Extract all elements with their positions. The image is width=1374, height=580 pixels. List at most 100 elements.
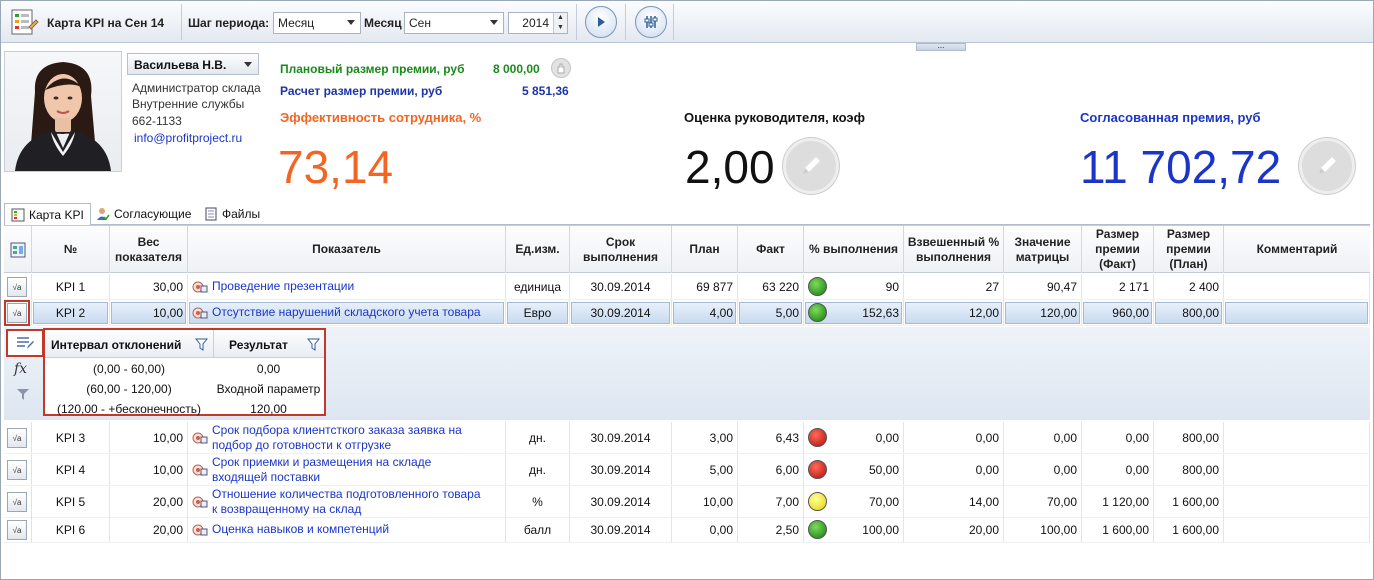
cell-due[interactable]: 30.09.2014 — [570, 274, 672, 299]
col-num[interactable]: № — [32, 226, 110, 273]
cell-weight[interactable]: 30,00 — [110, 274, 188, 299]
filter-icon[interactable] — [16, 387, 30, 404]
cell-weight[interactable]: 10,00 — [110, 300, 188, 325]
cell-indicator[interactable]: Отношение количества подготовленного тов… — [188, 486, 506, 517]
cell-num[interactable]: KPI 4 — [32, 454, 110, 485]
col-weighted[interactable]: Взвешенный % выполнения — [904, 226, 1004, 273]
col-bonus-plan[interactable]: Размер премии (План) — [1154, 226, 1224, 273]
cell-matrix[interactable]: 0,00 — [1004, 422, 1082, 453]
cell-due[interactable]: 30.09.2014 — [570, 486, 672, 517]
cell-unit[interactable]: дн. — [506, 454, 570, 485]
cell-unit[interactable]: % — [506, 486, 570, 517]
cell-bonus-plan[interactable]: 800,00 — [1154, 300, 1224, 325]
cell-weighted[interactable]: 0,00 — [904, 454, 1004, 485]
cell-fact[interactable]: 6,00 — [738, 454, 804, 485]
cell-num[interactable]: KPI 2 — [32, 300, 110, 325]
period-step-select[interactable]: Месяц — [273, 12, 361, 34]
tab-approvers[interactable]: Согласующие — [90, 203, 197, 225]
interval-cell[interactable]: (120,00 - +бесконечность) — [45, 402, 213, 416]
cell-bonus-plan[interactable]: 1 600,00 — [1154, 517, 1224, 542]
result-cell[interactable]: Входной параметр — [213, 382, 324, 396]
cell-bonus-plan[interactable]: 800,00 — [1154, 454, 1224, 485]
table-row[interactable]: √a KPI 1 30,00 Проведение презентации единиц… — [4, 274, 1370, 300]
cell-weighted[interactable]: 20,00 — [904, 517, 1004, 542]
filter-icon[interactable] — [307, 338, 320, 351]
year-spinner[interactable]: 2014 ▲ ▼ — [508, 12, 568, 34]
cell-due[interactable]: 30.09.2014 — [570, 517, 672, 542]
cell-pct[interactable]: 100,00 — [804, 517, 904, 542]
col-interval[interactable]: Интервал отклонений — [51, 338, 181, 352]
cell-fact[interactable]: 63 220 — [738, 274, 804, 299]
cell-bonus-fact[interactable]: 2 171 — [1082, 274, 1154, 299]
cell-weighted[interactable]: 12,00 — [904, 300, 1004, 325]
play-button[interactable] — [585, 6, 617, 38]
col-plan[interactable]: План — [672, 226, 738, 273]
cell-pct[interactable]: 0,00 — [804, 422, 904, 453]
cell-bonus-plan[interactable]: 800,00 — [1154, 422, 1224, 453]
cell-bonus-fact[interactable]: 1 120,00 — [1082, 486, 1154, 517]
cell-pct[interactable]: 70,00 — [804, 486, 904, 517]
cell-num[interactable]: KPI 5 — [32, 486, 110, 517]
kpi-formula-button[interactable]: √a — [4, 300, 30, 326]
tab-files[interactable]: Файлы — [198, 203, 266, 225]
cell-fact[interactable]: 7,00 — [738, 486, 804, 517]
cell-matrix[interactable]: 90,47 — [1004, 274, 1082, 299]
spinner-arrows-icon[interactable]: ▲ ▼ — [553, 13, 567, 33]
col-due[interactable]: Срок выполнения — [570, 226, 672, 273]
cell-indicator[interactable]: Срок подбора клиентсткого заказа заявка … — [188, 422, 506, 453]
col-pct[interactable]: % выполнения — [804, 226, 904, 273]
grid-settings-button[interactable] — [4, 226, 32, 273]
matrix-view-button[interactable] — [6, 329, 44, 357]
cell-bonus-fact[interactable]: 960,00 — [1082, 300, 1154, 325]
col-comment[interactable]: Комментарий — [1224, 226, 1370, 273]
cell-weight[interactable]: 10,00 — [110, 454, 188, 485]
cell-unit[interactable]: дн. — [506, 422, 570, 453]
cell-bonus-fact[interactable]: 1 600,00 — [1082, 517, 1154, 542]
cell-pct[interactable]: 152,63 — [804, 300, 904, 325]
cell-comment[interactable] — [1224, 422, 1370, 453]
cell-plan[interactable]: 10,00 — [672, 486, 738, 517]
cell-weighted[interactable]: 0,00 — [904, 422, 1004, 453]
indicator-link[interactable]: Оценка навыков и компетенций — [212, 522, 389, 537]
cell-bonus-plan[interactable]: 1 600,00 — [1154, 486, 1224, 517]
bonus-info-button[interactable] — [551, 58, 571, 78]
employee-select[interactable]: Васильева Н.В. — [127, 53, 259, 75]
cell-matrix[interactable]: 70,00 — [1004, 486, 1082, 517]
cell-fact[interactable]: 2,50 — [738, 517, 804, 542]
settings-sliders-button[interactable] — [635, 6, 667, 38]
edit-agreed-bonus-button[interactable] — [1299, 138, 1355, 194]
cell-unit[interactable]: единица — [506, 274, 570, 299]
cell-bonus-fact[interactable]: 0,00 — [1082, 422, 1154, 453]
table-row[interactable]: √a KPI 3 10,00 Срок подбора клиентсткого за… — [4, 422, 1370, 454]
col-fact[interactable]: Факт — [738, 226, 804, 273]
cell-pct[interactable]: 50,00 — [804, 454, 904, 485]
cell-plan[interactable]: 3,00 — [672, 422, 738, 453]
kpi-formula-button[interactable]: √a — [7, 428, 27, 448]
filter-icon[interactable] — [195, 338, 208, 351]
cell-due[interactable]: 30.09.2014 — [570, 300, 672, 325]
cell-comment[interactable] — [1224, 517, 1370, 542]
employee-email-link[interactable]: info@profitproject.ru — [134, 131, 242, 145]
tab-kpi-card[interactable]: Карта KPI — [4, 203, 91, 225]
cell-weight[interactable]: 20,00 — [110, 486, 188, 517]
result-cell[interactable]: 120,00 — [213, 402, 324, 416]
month-select[interactable]: Сен — [404, 12, 504, 34]
panel-expander[interactable]: ... — [916, 42, 966, 51]
indicator-link[interactable]: Отсутствие нарушений складского учета то… — [212, 305, 481, 320]
col-bonus-fact[interactable]: Размер премии (Факт) — [1082, 226, 1154, 273]
cell-weighted[interactable]: 27 — [904, 274, 1004, 299]
cell-weight[interactable]: 10,00 — [110, 422, 188, 453]
cell-plan[interactable]: 69 877 — [672, 274, 738, 299]
cell-num[interactable]: KPI 3 — [32, 422, 110, 453]
cell-matrix[interactable]: 120,00 — [1004, 300, 1082, 325]
cell-comment[interactable] — [1224, 300, 1370, 325]
interval-cell[interactable]: (0,00 - 60,00) — [45, 362, 213, 376]
edit-rating-button[interactable] — [783, 138, 839, 194]
cell-plan[interactable]: 5,00 — [672, 454, 738, 485]
kpi-formula-button[interactable]: √a — [7, 277, 27, 297]
cell-comment[interactable] — [1224, 486, 1370, 517]
cell-fact[interactable]: 6,43 — [738, 422, 804, 453]
indicator-link[interactable]: Срок приемки и размещения на складе входя… — [212, 455, 431, 485]
cell-indicator[interactable]: Проведение презентации — [188, 274, 506, 299]
table-row[interactable]: √a KPI 5 20,00 Отношение количества подгото… — [4, 486, 1370, 518]
